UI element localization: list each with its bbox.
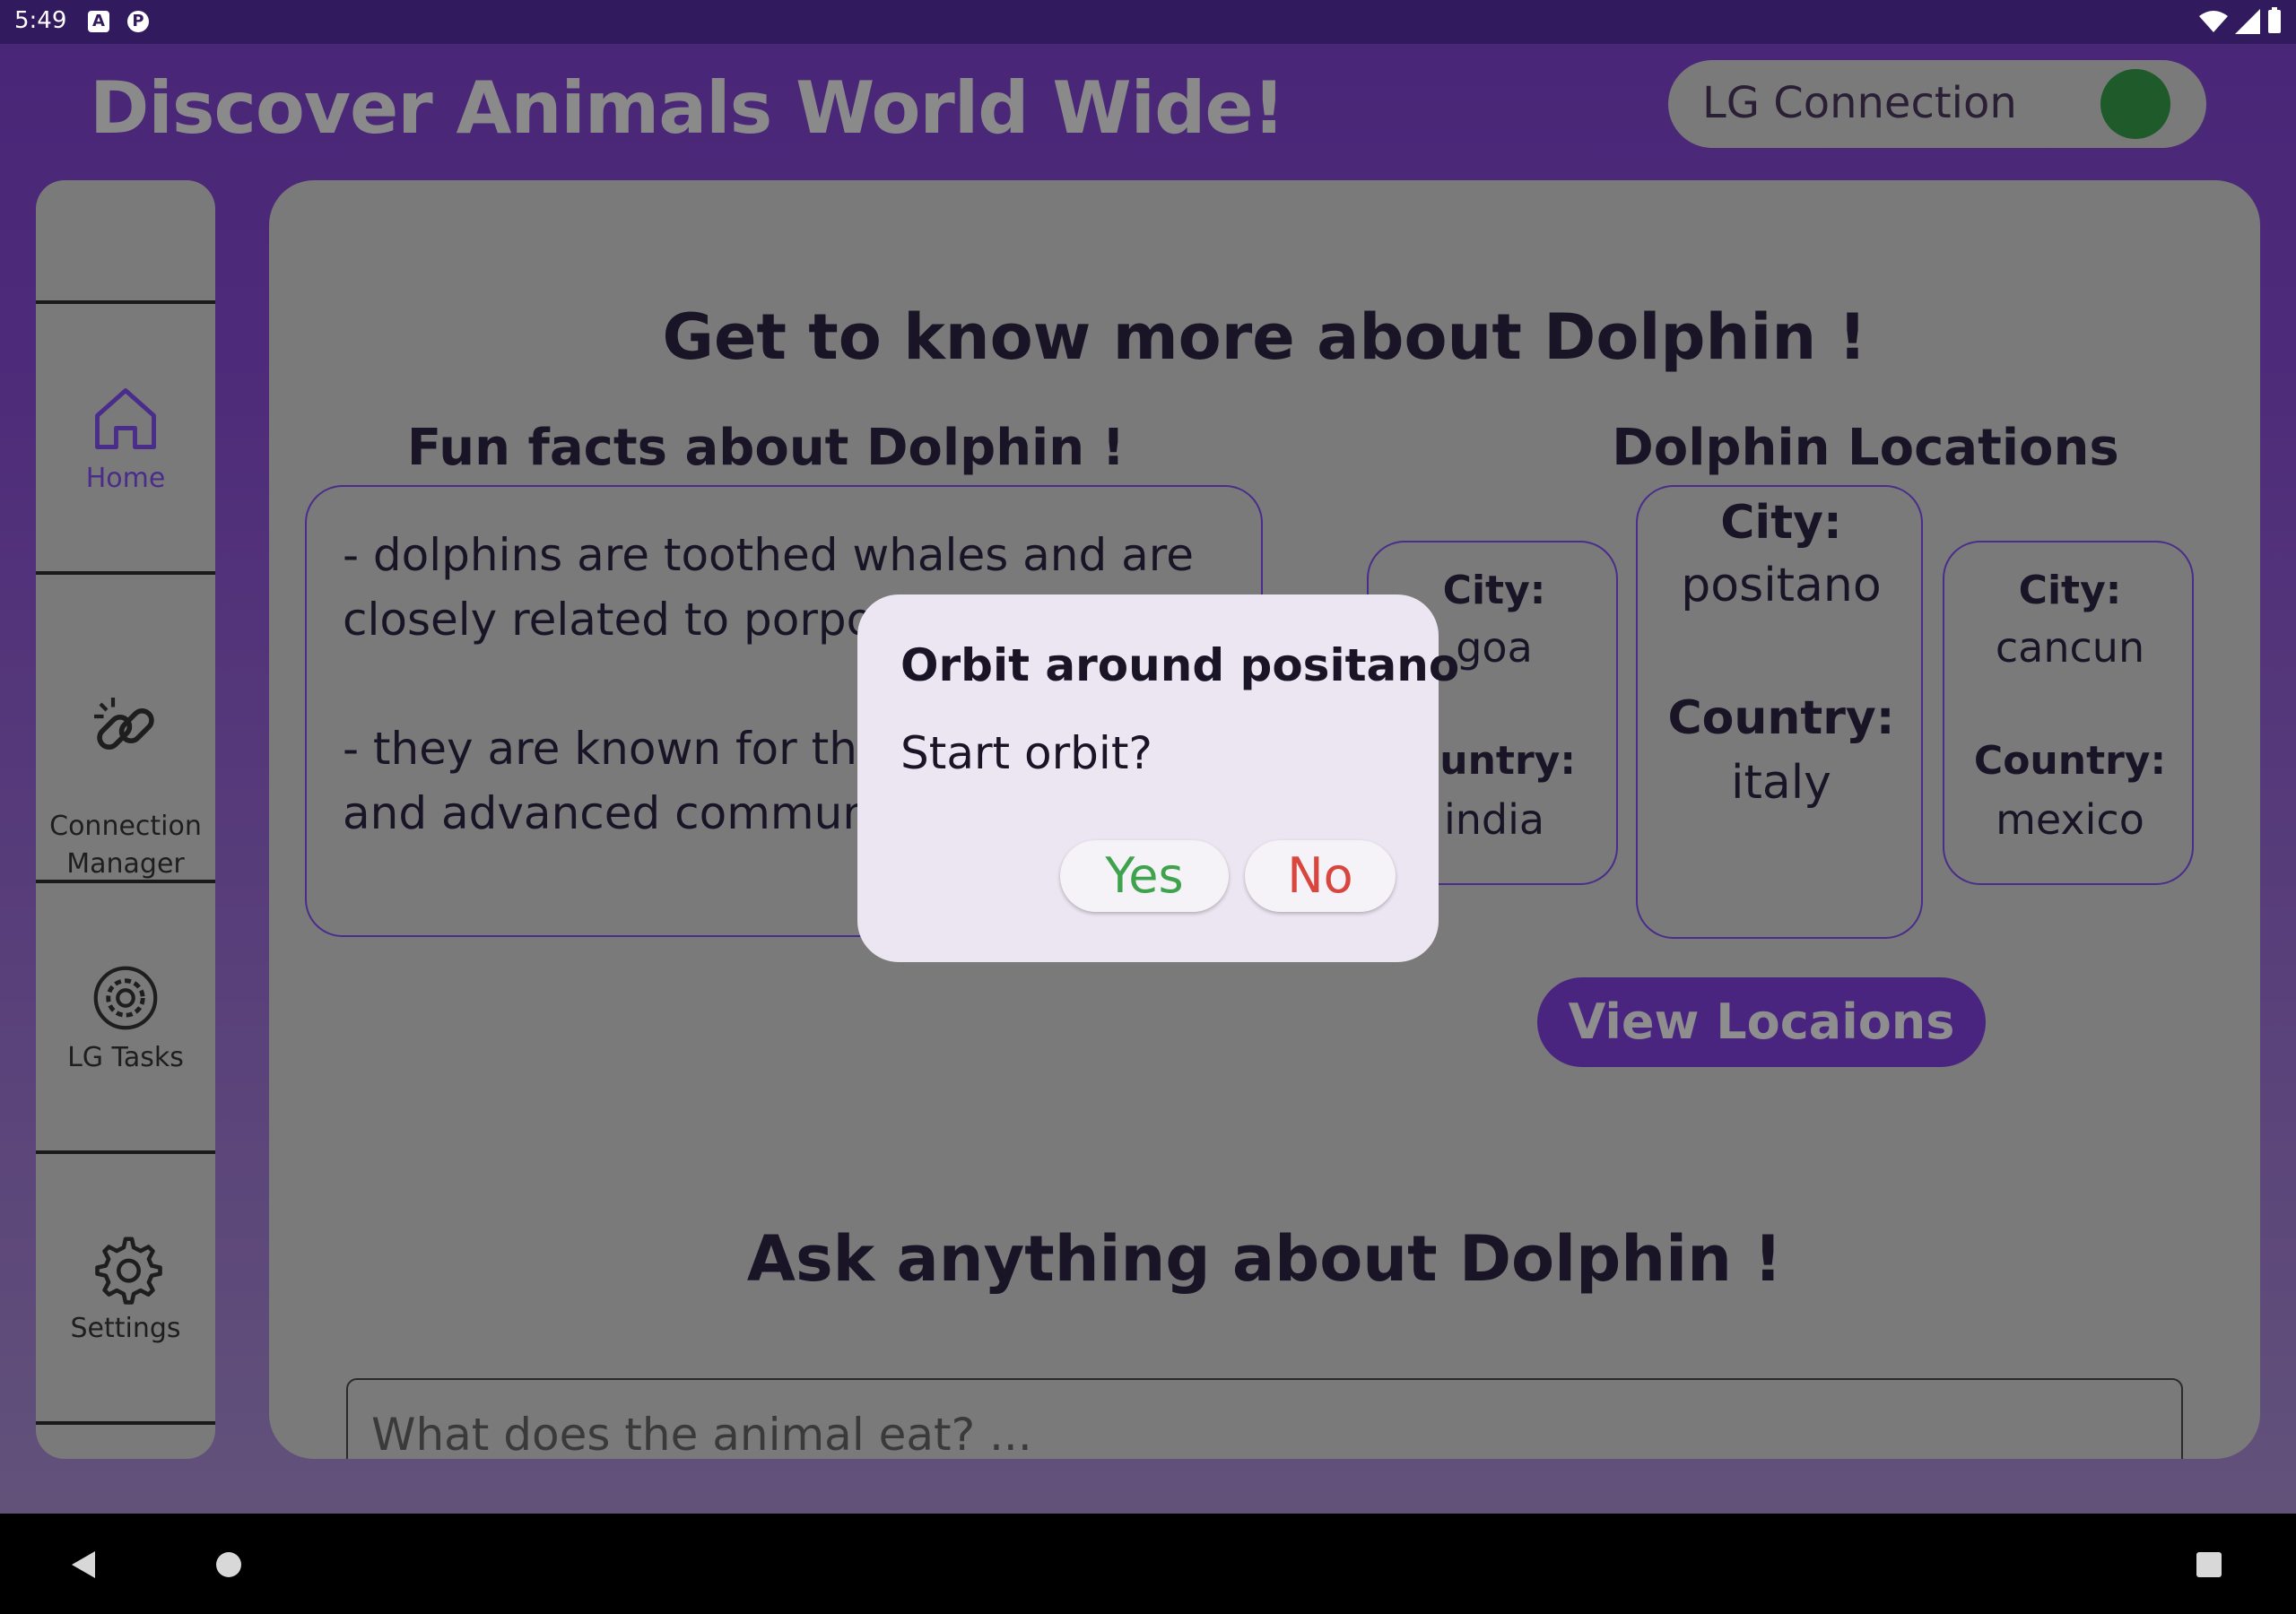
sidebar-item-label: Connection Manager bbox=[49, 811, 202, 880]
link-icon bbox=[94, 698, 154, 750]
sidebar-divider bbox=[36, 880, 215, 883]
page-heading: Get to know more about Dolphin ! bbox=[662, 300, 1867, 374]
country-label: Country: bbox=[1667, 691, 1895, 745]
sidebar: Home Connection Manager LG Tasks Setting… bbox=[36, 180, 215, 1459]
fun-facts-heading: Fun facts about Dolphin ! bbox=[406, 419, 1126, 477]
sidebar-item-connection-manager[interactable]: Connection Manager bbox=[36, 654, 215, 883]
back-icon[interactable] bbox=[70, 1549, 97, 1580]
wifi-icon bbox=[2199, 11, 2228, 32]
ask-heading: Ask anything about Dolphin ! bbox=[746, 1222, 1783, 1296]
sidebar-divider bbox=[36, 300, 215, 304]
sidebar-item-label: Home bbox=[85, 463, 166, 494]
lg-connection-label: LG Connection bbox=[1702, 78, 2017, 128]
sidebar-item-label: LG Tasks bbox=[67, 1042, 184, 1073]
yes-button[interactable]: Yes bbox=[1060, 840, 1229, 912]
sidebar-divider bbox=[36, 1421, 215, 1425]
sidebar-item-label: Settings bbox=[70, 1313, 181, 1344]
lg-connection-toggle[interactable]: LG Connection bbox=[1668, 60, 2206, 148]
city-value: positano bbox=[1681, 559, 1882, 612]
battery-icon bbox=[2268, 7, 2281, 33]
sidebar-divider bbox=[36, 1150, 215, 1154]
sidebar-item-lg-tasks[interactable]: LG Tasks bbox=[36, 960, 215, 1077]
country-value: italy bbox=[1731, 756, 1831, 810]
locations-heading: Dolphin Locations bbox=[1612, 419, 2119, 477]
location-card[interactable]: City: positano Country: italy bbox=[1636, 485, 1923, 939]
view-locations-button[interactable]: View Locaions bbox=[1537, 977, 1986, 1067]
country-value: mexico bbox=[1996, 795, 2144, 844]
ask-input[interactable] bbox=[370, 1407, 2077, 1459]
system-nav-bar bbox=[0, 1514, 2296, 1614]
orbit-dialog: Orbit around positano Start orbit? Yes N… bbox=[857, 594, 1459, 962]
city-label: City: bbox=[1720, 496, 1842, 550]
gear-icon bbox=[95, 1237, 162, 1305]
sidebar-divider bbox=[36, 571, 215, 575]
recents-icon[interactable] bbox=[2196, 1551, 2222, 1578]
notification-p-icon: P bbox=[127, 11, 149, 32]
no-button[interactable]: No bbox=[1245, 840, 1396, 912]
connection-status-indicator bbox=[2100, 69, 2170, 139]
dialog-title: Orbit around positano bbox=[900, 639, 1460, 691]
sidebar-item-home[interactable]: Home bbox=[36, 381, 215, 498]
home-icon bbox=[95, 388, 156, 449]
app-title: Discover Animals World Wide! bbox=[90, 66, 1285, 150]
home-circle-icon[interactable] bbox=[215, 1551, 242, 1578]
city-value: cancun bbox=[1995, 623, 2145, 672]
city-label: City: bbox=[2018, 568, 2122, 613]
ask-input-field[interactable] bbox=[346, 1378, 2183, 1459]
dialog-message: Start orbit? bbox=[900, 727, 1152, 779]
gear-refresh-icon bbox=[93, 966, 158, 1030]
status-bar: 5:49 A P bbox=[0, 0, 2296, 44]
sidebar-item-settings[interactable]: Settings bbox=[36, 1231, 215, 1348]
notification-a-icon: A bbox=[88, 11, 109, 32]
location-card[interactable]: City: cancun Country: mexico bbox=[1943, 541, 2194, 885]
country-label: Country: bbox=[1973, 738, 2167, 784]
status-time: 5:49 bbox=[14, 7, 67, 34]
cell-signal-icon bbox=[2235, 9, 2260, 34]
